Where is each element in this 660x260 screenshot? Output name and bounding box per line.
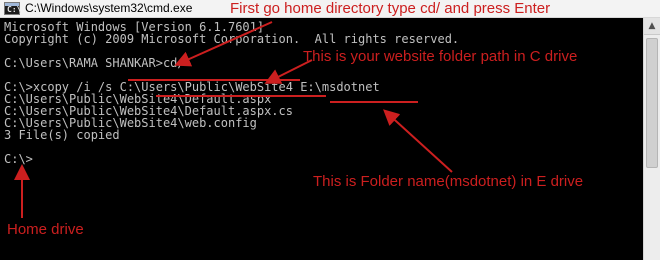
cd-hint-label: First go home directory type cd/ and pre…: [230, 0, 551, 17]
console-line: C:\Users\Public\WebSite4\web.config: [4, 116, 257, 130]
cmd-icon: C:\: [4, 2, 21, 15]
console-line: C:\Users\Public\WebSite4\Default.aspx: [4, 92, 272, 106]
vertical-scrollbar[interactable]: ▲: [643, 18, 660, 260]
folder-name-label: This is Folder name(msdotnet) in E drive: [313, 173, 584, 190]
window-title: C:\Windows\system32\cmd.exe: [25, 1, 193, 15]
console-prompt: C:\>: [4, 152, 33, 166]
console-line: C:\>xcopy /i /s C:\Users\Public\WebSite4…: [4, 80, 380, 94]
console-line: Copyright (c) 2009 Microsoft Corporation…: [4, 32, 460, 46]
scroll-thumb[interactable]: [646, 38, 658, 168]
console-line: Microsoft Windows [Version 6.1.7601]: [4, 20, 265, 34]
console-line: C:\Users\Public\WebSite4\Default.aspx.cs: [4, 104, 293, 118]
website-path-label: This is your website folder path in C dr…: [303, 48, 578, 65]
home-drive-label: Home drive: [7, 221, 84, 238]
chevron-up-icon[interactable]: ▲: [644, 18, 660, 35]
console-line: 3 File(s) copied: [4, 128, 120, 142]
console-line: C:\Users\RAMA SHANKAR>cd/: [4, 56, 185, 70]
